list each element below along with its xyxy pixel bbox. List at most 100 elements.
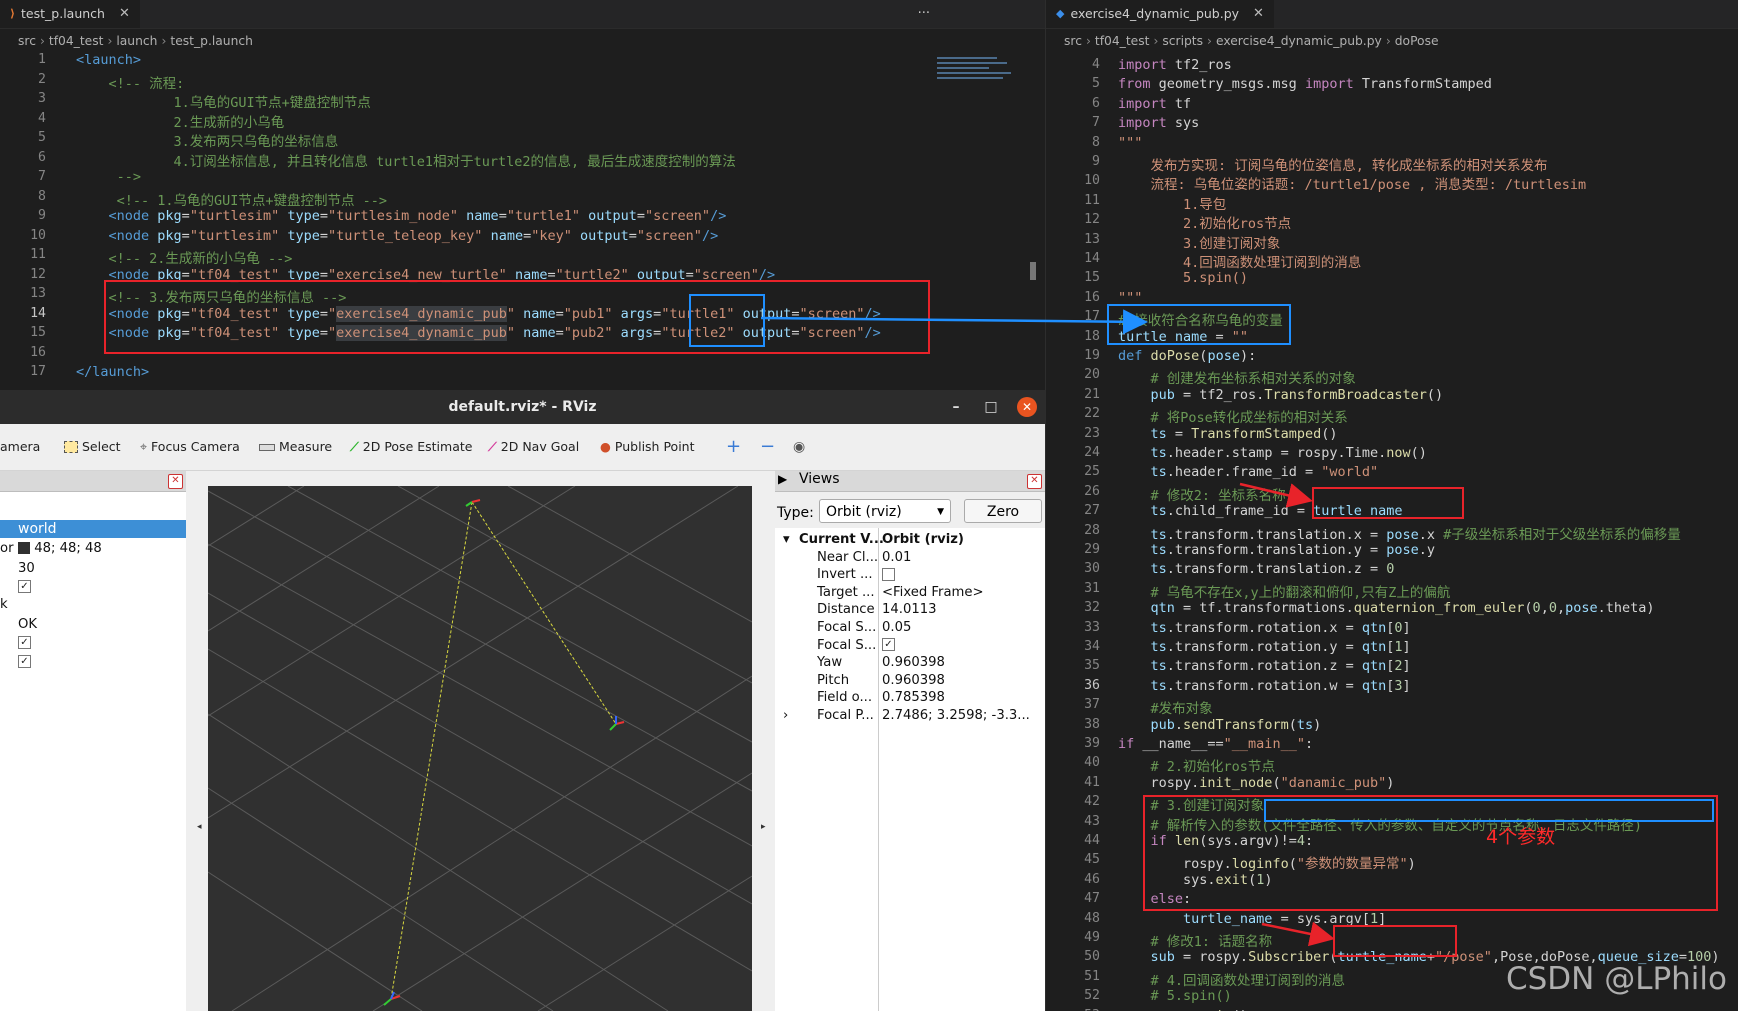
code-line[interactable]: # 乌龟不存在x,y上的翻滚和俯仰,只有Z上的偏航 <box>1118 581 1451 601</box>
eye-icon[interactable]: ◉ <box>793 424 805 470</box>
property-value[interactable]: Orbit (rviz) <box>882 532 964 547</box>
maximize-button[interactable]: □ <box>976 390 1006 424</box>
property-value[interactable] <box>882 567 895 582</box>
pose-estimate-tool[interactable]: ⟋ 2D Pose Estimate <box>350 424 472 470</box>
close-panel-icon[interactable]: ✕ <box>1027 474 1042 489</box>
view-type-select[interactable]: Orbit (rviz) ▼ <box>819 499 951 523</box>
code-line[interactable]: <launch> <box>76 52 141 68</box>
expand-icon[interactable]: ▾ <box>783 532 790 547</box>
code-line[interactable]: import tf <box>1118 96 1191 112</box>
breadcrumb-item[interactable]: test_p.launch <box>170 34 253 48</box>
code-line[interactable]: 4.回调函数处理订阅到的消息 <box>1118 251 1361 271</box>
code-line[interactable]: # 将Pose转化成坐标的相对关系 <box>1118 406 1348 426</box>
checkbox[interactable]: ✓ <box>18 654 31 669</box>
checkbox[interactable]: ✓ <box>18 579 31 594</box>
code-line[interactable]: # 修改1: 话题名称 <box>1118 930 1273 950</box>
code-line[interactable]: import tf2_ros <box>1118 57 1232 73</box>
code-line[interactable]: 1.乌龟的GUI节点+键盘控制节点 <box>76 91 371 111</box>
property-value[interactable]: 14.0113 <box>882 602 937 617</box>
code-line[interactable]: # 5.spin() <box>1118 988 1232 1004</box>
plus-icon[interactable]: + <box>726 424 741 470</box>
tab-exercise4-py[interactable]: ◆ exercise4_dynamic_pub.py ✕ <box>1046 0 1274 28</box>
code-line[interactable]: </launch> <box>76 364 149 380</box>
close-panel-icon[interactable]: ✕ <box>168 474 183 489</box>
property-value[interactable]: 2.7486; 3.2598; -3.3... <box>882 708 1030 723</box>
code-line[interactable]: <node pkg="turtlesim" type="turtlesim_no… <box>76 208 727 224</box>
column-divider[interactable] <box>878 528 879 1011</box>
code-line[interactable]: # 修改2: 坐标系名称 <box>1118 484 1286 504</box>
collapse-right-icon[interactable]: ▸ <box>761 822 766 832</box>
code-line[interactable]: if __name__=="__main__": <box>1118 736 1313 752</box>
property-value[interactable]: <Fixed Frame> <box>882 585 984 600</box>
breadcrumb-item[interactable]: scripts <box>1162 34 1203 48</box>
property-value[interactable]: 0.785398 <box>882 690 945 705</box>
code-line[interactable]: ts.transform.rotation.z = qtn[2] <box>1118 658 1411 674</box>
scrollbar-thumb[interactable] <box>1030 262 1036 280</box>
code-line[interactable]: 4.订阅坐标信息, 并且转化信息 turtle1相对于turtle2的信息, 最… <box>76 150 736 170</box>
select-tool[interactable]: Select <box>64 424 121 470</box>
code-line[interactable]: rospy.init_node("danamic_pub") <box>1118 775 1395 791</box>
code-line[interactable]: ts.transform.translation.y = pose.y <box>1118 542 1436 558</box>
fixed-frame-row[interactable]: world <box>0 520 186 538</box>
close-icon[interactable]: ✕ <box>119 0 130 28</box>
code-line[interactable]: # 4.回调函数处理订阅到的消息 <box>1118 969 1346 989</box>
property-value[interactable]: 0.01 <box>882 550 911 565</box>
code-line[interactable]: ts.header.frame_id = "world" <box>1118 464 1379 480</box>
code-line[interactable]: 1.导包 <box>1118 193 1226 213</box>
measure-tool[interactable]: Measure <box>259 424 332 470</box>
checkbox[interactable]: ✓ <box>18 635 31 650</box>
code-line[interactable]: # 创建发布坐标系相对关系的对象 <box>1118 367 1356 387</box>
code-line[interactable]: 发布方实现: 订阅乌龟的位姿信息, 转化成坐标系的相对关系发布 <box>1118 154 1548 174</box>
code-line[interactable]: --> <box>76 169 141 185</box>
code-line[interactable]: ts.header.stamp = rospy.Time.now() <box>1118 445 1427 461</box>
checkbox[interactable] <box>882 567 895 581</box>
breadcrumb-item[interactable]: src <box>1064 34 1082 48</box>
expand-icon[interactable]: › <box>783 708 788 723</box>
code-line[interactable]: 2.初始化ros节点 <box>1118 212 1291 232</box>
code-line[interactable]: from geometry_msgs.msg import TransformS… <box>1118 76 1492 92</box>
frame-rate-value[interactable]: 30 <box>18 561 35 576</box>
code-line[interactable]: <!-- 1.乌龟的GUI节点+键盘控制节点 --> <box>76 189 387 209</box>
property-value[interactable]: 0.960398 <box>882 655 945 670</box>
code-line[interactable]: pub.sendTransform(ts) <box>1118 717 1322 733</box>
code-line[interactable]: import sys <box>1118 115 1199 131</box>
window-title-bar[interactable]: default.rviz* - RViz – □ ✕ <box>0 390 1045 424</box>
code-line[interactable]: ts.transform.rotation.y = qtn[1] <box>1118 639 1411 655</box>
code-line[interactable]: # 2.初始化ros节点 <box>1118 755 1275 775</box>
minimap[interactable] <box>937 54 1017 110</box>
move-camera-tool[interactable]: amera <box>0 424 40 470</box>
code-line[interactable]: 3.创建订阅对象 <box>1118 232 1280 252</box>
code-line[interactable]: """ <box>1118 135 1142 151</box>
bg-color-value[interactable]: 48; 48; 48 <box>18 541 102 556</box>
checkbox[interactable]: ✓ <box>882 638 895 652</box>
collapse-left-icon[interactable]: ◂ <box>197 822 202 832</box>
breadcrumb-item[interactable]: launch <box>116 34 157 48</box>
breadcrumb-item[interactable]: doPose <box>1395 34 1439 48</box>
minimize-button[interactable]: – <box>941 390 971 424</box>
close-button[interactable]: ✕ <box>1017 397 1037 417</box>
code-line[interactable]: ts.transform.translation.x = pose.x #子级坐… <box>1118 523 1681 543</box>
code-line[interactable]: ts = TransformStamped() <box>1118 426 1338 442</box>
code-line[interactable]: 2.生成新的小乌龟 <box>76 111 285 131</box>
3d-render-view[interactable] <box>208 486 752 1011</box>
property-value[interactable]: 0.960398 <box>882 673 945 688</box>
property-value[interactable]: ✓ <box>882 638 895 653</box>
breadcrumb-item[interactable]: tf04_test <box>1095 34 1150 48</box>
code-line[interactable]: rospy.spin() <box>1118 1008 1249 1011</box>
publish-point-tool[interactable]: ● Publish Point <box>600 424 695 470</box>
code-line[interactable]: pub = tf2_ros.TransformBroadcaster() <box>1118 387 1444 403</box>
nav-goal-tool[interactable]: ⟋ 2D Nav Goal <box>488 424 579 470</box>
code-line[interactable]: ts.transform.rotation.w = qtn[3] <box>1118 678 1411 694</box>
breadcrumb-item[interactable]: exercise4_dynamic_pub.py <box>1216 34 1382 48</box>
code-line[interactable]: 流程: 乌龟位姿的话题: /turtle1/pose , 消息类型: /turt… <box>1118 173 1587 193</box>
minus-icon[interactable]: − <box>760 424 775 470</box>
breadcrumb-item[interactable]: src <box>18 34 36 48</box>
breadcrumb-item[interactable]: tf04_test <box>49 34 104 48</box>
property-value[interactable]: 0.05 <box>882 620 911 635</box>
code-line[interactable]: def doPose(pose): <box>1118 348 1256 364</box>
code-line[interactable]: <!-- 2.生成新的小乌龟 --> <box>76 247 293 267</box>
tab-test-launch[interactable]: ⟩ test_p.launch ✕ <box>0 0 140 28</box>
code-line[interactable]: ts.transform.translation.z = 0 <box>1118 561 1395 577</box>
zero-button[interactable]: Zero <box>964 499 1042 523</box>
code-line[interactable]: #发布对象 <box>1118 697 1213 717</box>
